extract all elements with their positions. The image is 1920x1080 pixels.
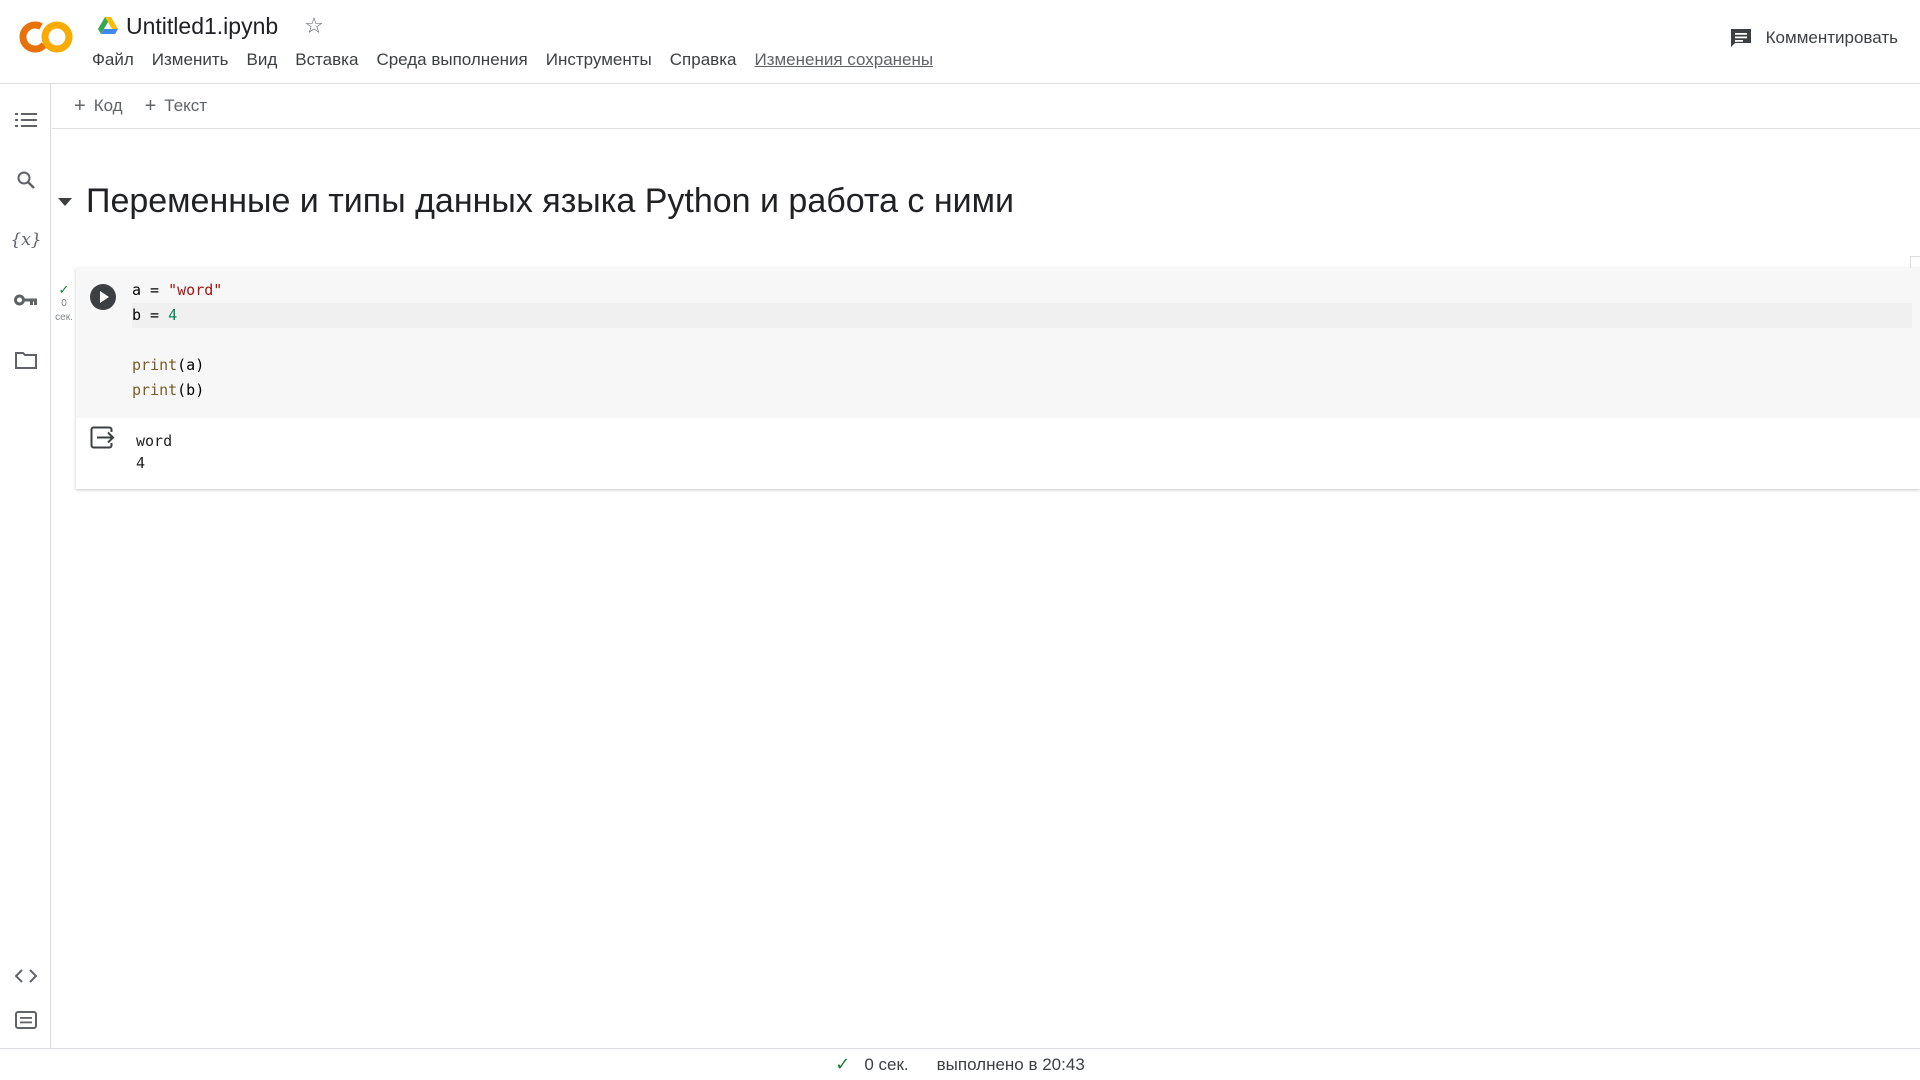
command-palette-icon[interactable] (14, 1008, 38, 1032)
menu-bar: Файл Изменить Вид Вставка Среда выполнен… (92, 50, 933, 70)
code-line: ​ (132, 328, 1912, 353)
code-line: a = "word" (132, 281, 223, 299)
colab-logo[interactable] (18, 18, 74, 56)
title-row: Untitled1.ipynb ☆ (98, 12, 324, 40)
left-sidebar: {x} (0, 84, 51, 1048)
exec-time-unit: сек. (55, 312, 73, 323)
save-status-link[interactable]: Изменения сохранены (754, 50, 933, 70)
section-title[interactable]: Переменные и типы данных языка Python и … (86, 182, 1014, 221)
code-line: print(a) (132, 356, 205, 374)
comment-label: Комментировать (1765, 28, 1898, 47)
section-heading: Переменные и типы данных языка Python и … (58, 182, 1014, 221)
status-completed: выполнено в 20:43 (936, 1054, 1085, 1074)
table-of-contents-icon[interactable] (14, 108, 38, 132)
run-cell-button[interactable] (90, 284, 116, 310)
add-code-label: Код (93, 96, 123, 115)
code-line: print(b) (132, 381, 205, 399)
code-snippets-icon[interactable] (14, 964, 38, 988)
code-line: b = 4 (132, 303, 1912, 328)
menu-help[interactable]: Справка (670, 50, 737, 70)
plus-icon: + (74, 94, 86, 117)
check-icon: ✓ (835, 1054, 851, 1074)
comment-button[interactable]: Комментировать (1730, 28, 1898, 48)
plus-icon: + (144, 94, 157, 117)
secrets-key-icon[interactable] (14, 288, 38, 312)
exec-time: 0 (61, 298, 67, 309)
add-code-cell-button[interactable]: + Код (74, 95, 123, 118)
variables-icon[interactable]: {x} (10, 228, 41, 252)
code-cell: a = "word" b = 4 ​ print(a) print(b) wor… (76, 268, 1920, 489)
menu-edit[interactable]: Изменить (152, 50, 229, 70)
code-editor[interactable]: a = "word" b = 4 ​ print(a) print(b) (132, 278, 1912, 412)
header: Untitled1.ipynb ☆ Файл Изменить Вид Вста… (0, 0, 1920, 84)
notebook-toolbar: + Код + Текст (52, 84, 1920, 129)
add-text-cell-button[interactable]: + Текст (145, 95, 208, 118)
cell-output: word 4 (76, 418, 1920, 489)
cell-exec-status: ✓ 0 сек. (52, 283, 76, 325)
check-icon: ✓ (58, 282, 70, 297)
status-bar: ✓ 0 сек. выполнено в 20:43 (0, 1048, 1920, 1080)
collapse-section-caret-icon[interactable] (58, 197, 72, 206)
menu-runtime[interactable]: Среда выполнения (376, 50, 527, 70)
output-text: word 4 (136, 432, 173, 472)
notebook-title[interactable]: Untitled1.ipynb (126, 13, 278, 40)
status-duration: 0 сек. (864, 1054, 909, 1074)
output-actions-icon[interactable] (90, 426, 116, 450)
menu-file[interactable]: Файл (92, 50, 134, 70)
google-drive-icon (98, 17, 118, 34)
menu-view[interactable]: Вид (246, 50, 277, 70)
comment-icon (1730, 29, 1751, 47)
menu-insert[interactable]: Вставка (295, 50, 358, 70)
star-icon[interactable]: ☆ (304, 15, 324, 37)
add-text-label: Текст (164, 96, 208, 115)
files-folder-icon[interactable] (14, 348, 38, 372)
search-icon[interactable] (14, 168, 38, 192)
menu-tools[interactable]: Инструменты (546, 50, 652, 70)
code-cell-input: a = "word" b = 4 ​ print(a) print(b) (76, 268, 1920, 418)
